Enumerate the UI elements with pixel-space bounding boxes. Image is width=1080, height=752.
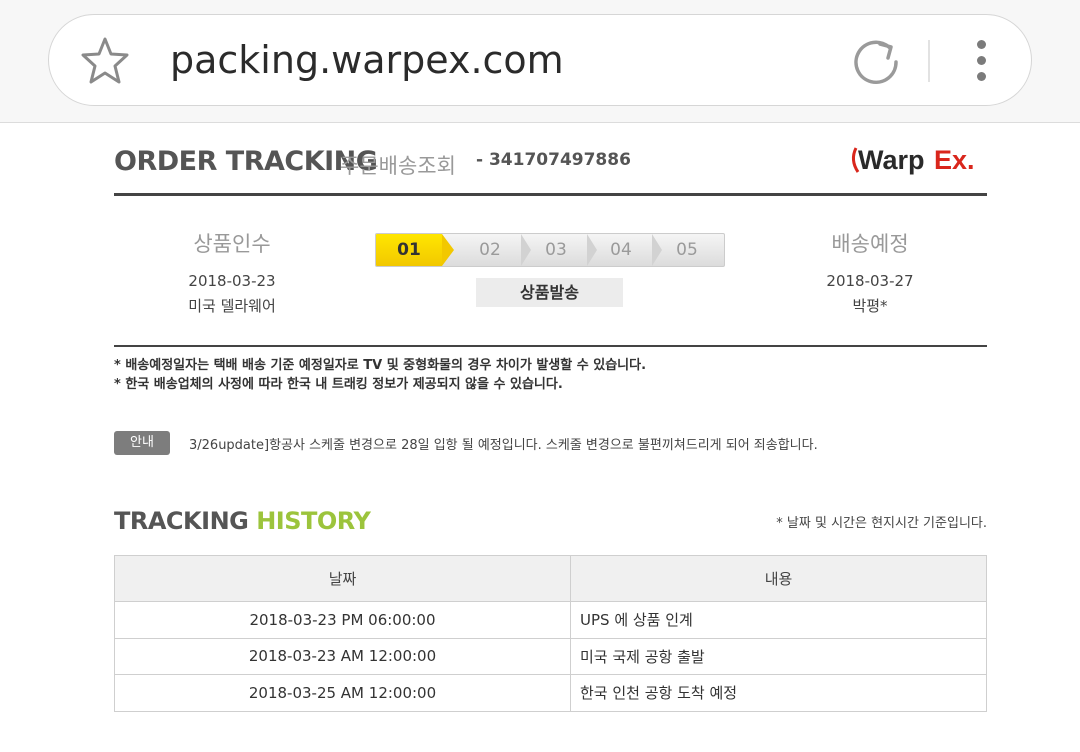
- history-title: TRACKING HISTORY: [114, 507, 371, 535]
- history-title-a: TRACKING: [114, 507, 257, 535]
- note-line: * 한국 배송업체의 사정에 따라 한국 내 트래킹 정보가 제공되지 않을 수…: [114, 377, 563, 392]
- step-03: 03: [545, 240, 567, 260]
- step-arrow: [442, 234, 454, 266]
- reload-icon[interactable]: [850, 36, 902, 88]
- browser-toolbar: packing.warpex.com: [0, 0, 1080, 123]
- dest-place: 박평*: [852, 297, 888, 315]
- step-01: 01: [376, 234, 442, 266]
- row-date: 2018-03-23 AM 12:00:00: [114, 637, 571, 675]
- url-text[interactable]: packing.warpex.com: [170, 38, 564, 82]
- step-02: 02: [479, 240, 501, 260]
- step-04: 04: [610, 240, 632, 260]
- col-date-header: 날짜: [114, 555, 571, 602]
- history-table: 날짜 내용 2018-03-23 PM 06:00:00 UPS 에 상품 인계…: [114, 555, 987, 712]
- status-label: 상품발송: [476, 278, 623, 307]
- toolbar-divider: [928, 40, 930, 82]
- row-date: 2018-03-23 PM 06:00:00: [114, 601, 571, 639]
- notice-text: 3/26update]항공사 스케줄 변경으로 28일 입항 될 예정입니다. …: [189, 438, 818, 453]
- row-date: 2018-03-25 AM 12:00:00: [114, 674, 571, 712]
- row-content: UPS 에 상품 인계: [570, 601, 987, 639]
- menu-kebab-icon[interactable]: [972, 40, 990, 84]
- header-divider: [114, 193, 987, 196]
- progress-steps: 01 02 03 04 05: [375, 233, 725, 267]
- table-row: 2018-03-23 AM 12:00:00 미국 국제 공항 출발: [114, 637, 987, 675]
- order-number: - 341707497886: [476, 150, 631, 170]
- origin-date: 2018-03-23: [188, 272, 276, 290]
- warpex-logo: Warp Ex.: [851, 145, 975, 175]
- bookmark-star-icon[interactable]: [80, 36, 130, 86]
- row-content: 미국 국제 공항 출발: [570, 637, 987, 675]
- table-header-row: 날짜 내용: [114, 555, 987, 602]
- page-title: ORDER TRACKING: [114, 146, 378, 177]
- svg-text:Ex.: Ex.: [934, 145, 975, 175]
- history-note: * 날짜 및 시간은 현지시간 기준입니다.: [776, 516, 987, 531]
- notice-badge: 안내: [114, 431, 170, 455]
- page-title-kr: 주문배송조회: [340, 154, 456, 178]
- note-line: * 배송예정일자는 택배 배송 기준 예정일자로 TV 및 중형화물의 경우 차…: [114, 358, 647, 373]
- notes: * 배송예정일자는 택배 배송 기준 예정일자로 TV 및 중형화물의 경우 차…: [114, 356, 646, 394]
- origin-info: 상품인수 2018-03-23 미국 델라웨어: [150, 228, 314, 316]
- table-row: 2018-03-25 AM 12:00:00 한국 인천 공항 도착 예정: [114, 674, 987, 712]
- step-05: 05: [676, 240, 698, 260]
- history-title-b: HISTORY: [256, 507, 371, 535]
- origin-label: 상품인수: [193, 232, 271, 256]
- origin-place: 미국 델라웨어: [188, 297, 276, 315]
- dest-label: 배송예정: [831, 232, 909, 256]
- row-content: 한국 인천 공항 도착 예정: [570, 674, 987, 712]
- destination-info: 배송예정 2018-03-27 박평*: [788, 228, 952, 316]
- section-divider: [114, 345, 987, 347]
- col-content-header: 내용: [570, 555, 987, 602]
- dest-date: 2018-03-27: [826, 272, 914, 290]
- svg-text:Warp: Warp: [858, 145, 925, 175]
- table-row: 2018-03-23 PM 06:00:00 UPS 에 상품 인계: [114, 601, 987, 639]
